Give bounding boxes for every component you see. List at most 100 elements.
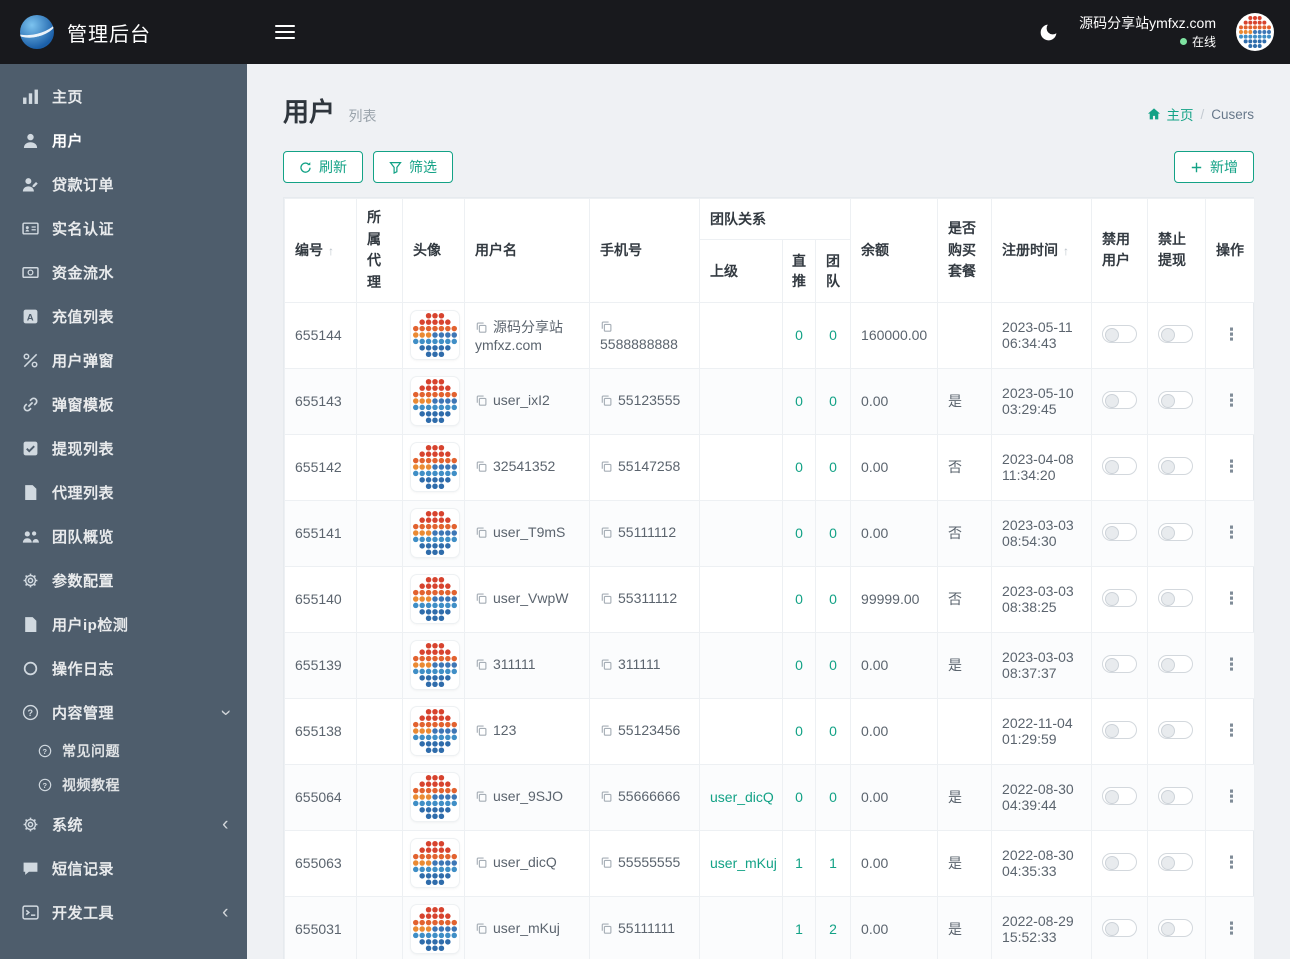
sidebar-item-user-ip-check[interactable]: 用户ip检测: [0, 602, 247, 646]
copy-icon[interactable]: [600, 592, 613, 608]
team-count[interactable]: 0: [829, 591, 837, 607]
copy-icon[interactable]: [475, 526, 488, 542]
superior-link[interactable]: user_dicQ: [710, 789, 774, 805]
sidebar-item-popup-template[interactable]: 弹窗模板: [0, 382, 247, 426]
row-actions-button[interactable]: ⋮: [1216, 653, 1247, 676]
team-count[interactable]: 0: [829, 723, 837, 739]
direct-count[interactable]: 0: [795, 591, 803, 607]
direct-count[interactable]: 0: [795, 657, 803, 673]
direct-count[interactable]: 0: [795, 327, 803, 343]
copy-icon[interactable]: [600, 320, 613, 336]
sidebar-item-dev-tools[interactable]: 开发工具 ‹: [0, 890, 247, 934]
superior-link[interactable]: user_mKuj: [710, 855, 777, 871]
sidebar-item-content-mgmt[interactable]: ? 内容管理 ‹: [0, 690, 247, 734]
row-actions-button[interactable]: ⋮: [1216, 587, 1247, 610]
row-actions-button[interactable]: ⋮: [1216, 785, 1247, 808]
forbid-withdraw-toggle[interactable]: [1158, 852, 1194, 871]
disable-user-toggle[interactable]: [1102, 588, 1138, 607]
copy-icon[interactable]: [600, 460, 613, 476]
copy-icon[interactable]: [600, 922, 613, 938]
sidebar-item-param-config[interactable]: 参数配置: [0, 558, 247, 602]
direct-count[interactable]: 1: [795, 855, 803, 871]
team-count[interactable]: 0: [829, 525, 837, 541]
breadcrumb-home-link[interactable]: 主页: [1147, 104, 1193, 124]
forbid-withdraw-toggle[interactable]: [1158, 456, 1194, 475]
copy-icon[interactable]: [475, 724, 488, 740]
disable-user-toggle[interactable]: [1102, 324, 1138, 343]
row-actions-button[interactable]: ⋮: [1216, 323, 1247, 346]
copy-icon[interactable]: [600, 526, 613, 542]
topbar-user-info[interactable]: 源码分享站ymfxz.com 在线: [1079, 14, 1216, 49]
refresh-button[interactable]: 刷新: [283, 151, 363, 183]
team-count[interactable]: 0: [829, 789, 837, 805]
filter-button[interactable]: 筛选: [373, 151, 453, 183]
copy-icon[interactable]: [600, 658, 613, 674]
sidebar-item-home[interactable]: 主页: [0, 74, 247, 118]
direct-count[interactable]: 0: [795, 723, 803, 739]
direct-count[interactable]: 1: [795, 921, 803, 937]
dark-mode-moon-icon[interactable]: [1038, 22, 1059, 43]
forbid-withdraw-toggle[interactable]: [1158, 324, 1194, 343]
copy-icon[interactable]: [475, 922, 488, 938]
col-header-id[interactable]: 编号 ↑: [284, 198, 357, 303]
disable-user-toggle[interactable]: [1102, 390, 1138, 409]
sidebar-item-faq[interactable]: ? 常见问题: [0, 734, 247, 768]
sidebar-item-operation-log[interactable]: 操作日志: [0, 646, 247, 690]
copy-icon[interactable]: [475, 592, 488, 608]
direct-count[interactable]: 0: [795, 459, 803, 475]
team-count[interactable]: 0: [829, 459, 837, 475]
row-actions-button[interactable]: ⋮: [1216, 389, 1247, 412]
team-count[interactable]: 2: [829, 921, 837, 937]
sidebar-item-user-popup[interactable]: 用户弹窗: [0, 338, 247, 382]
forbid-withdraw-toggle[interactable]: [1158, 390, 1194, 409]
forbid-withdraw-toggle[interactable]: [1158, 522, 1194, 541]
sidebar-item-users[interactable]: 用户: [0, 118, 247, 162]
disable-user-toggle[interactable]: [1102, 654, 1138, 673]
hamburger-menu-icon[interactable]: [269, 21, 301, 43]
direct-count[interactable]: 0: [795, 789, 803, 805]
sidebar-item-agent-list[interactable]: 代理列表: [0, 470, 247, 514]
sidebar-item-realname-auth[interactable]: 实名认证: [0, 206, 247, 250]
copy-icon[interactable]: [475, 790, 488, 806]
team-count[interactable]: 0: [829, 393, 837, 409]
sidebar-item-fund-flow[interactable]: 资金流水: [0, 250, 247, 294]
sidebar-item-recharge-list[interactable]: A 充值列表: [0, 294, 247, 338]
sidebar-item-sms-records[interactable]: 短信记录: [0, 846, 247, 890]
copy-icon[interactable]: [475, 856, 488, 872]
copy-icon[interactable]: [475, 394, 488, 410]
disable-user-toggle[interactable]: [1102, 522, 1138, 541]
copy-icon[interactable]: [600, 724, 613, 740]
copy-icon[interactable]: [600, 790, 613, 806]
add-button[interactable]: 新增: [1174, 151, 1254, 183]
user-avatar[interactable]: [1236, 13, 1274, 51]
direct-count[interactable]: 0: [795, 525, 803, 541]
row-actions-button[interactable]: ⋮: [1216, 521, 1247, 544]
copy-icon[interactable]: [600, 856, 613, 872]
copy-icon[interactable]: [600, 394, 613, 410]
row-actions-button[interactable]: ⋮: [1216, 719, 1247, 742]
sidebar-item-team-overview[interactable]: 团队概览: [0, 514, 247, 558]
team-count[interactable]: 1: [829, 855, 837, 871]
copy-icon[interactable]: [475, 321, 488, 337]
disable-user-toggle[interactable]: [1102, 720, 1138, 739]
disable-user-toggle[interactable]: [1102, 786, 1138, 805]
disable-user-toggle[interactable]: [1102, 456, 1138, 475]
row-actions-button[interactable]: ⋮: [1216, 851, 1247, 874]
forbid-withdraw-toggle[interactable]: [1158, 918, 1194, 937]
forbid-withdraw-toggle[interactable]: [1158, 588, 1194, 607]
disable-user-toggle[interactable]: [1102, 918, 1138, 937]
copy-icon[interactable]: [475, 658, 488, 674]
team-count[interactable]: 0: [829, 327, 837, 343]
copy-icon[interactable]: [475, 460, 488, 476]
direct-count[interactable]: 0: [795, 393, 803, 409]
team-count[interactable]: 0: [829, 657, 837, 673]
forbid-withdraw-toggle[interactable]: [1158, 786, 1194, 805]
sidebar-item-system[interactable]: 系统 ‹: [0, 802, 247, 846]
sidebar-item-withdraw-list[interactable]: 提现列表: [0, 426, 247, 470]
forbid-withdraw-toggle[interactable]: [1158, 654, 1194, 673]
forbid-withdraw-toggle[interactable]: [1158, 720, 1194, 739]
disable-user-toggle[interactable]: [1102, 852, 1138, 871]
sidebar-item-loan-orders[interactable]: 贷款订单: [0, 162, 247, 206]
col-header-reg-time[interactable]: 注册时间 ↑: [991, 198, 1093, 303]
row-actions-button[interactable]: ⋮: [1216, 455, 1247, 478]
